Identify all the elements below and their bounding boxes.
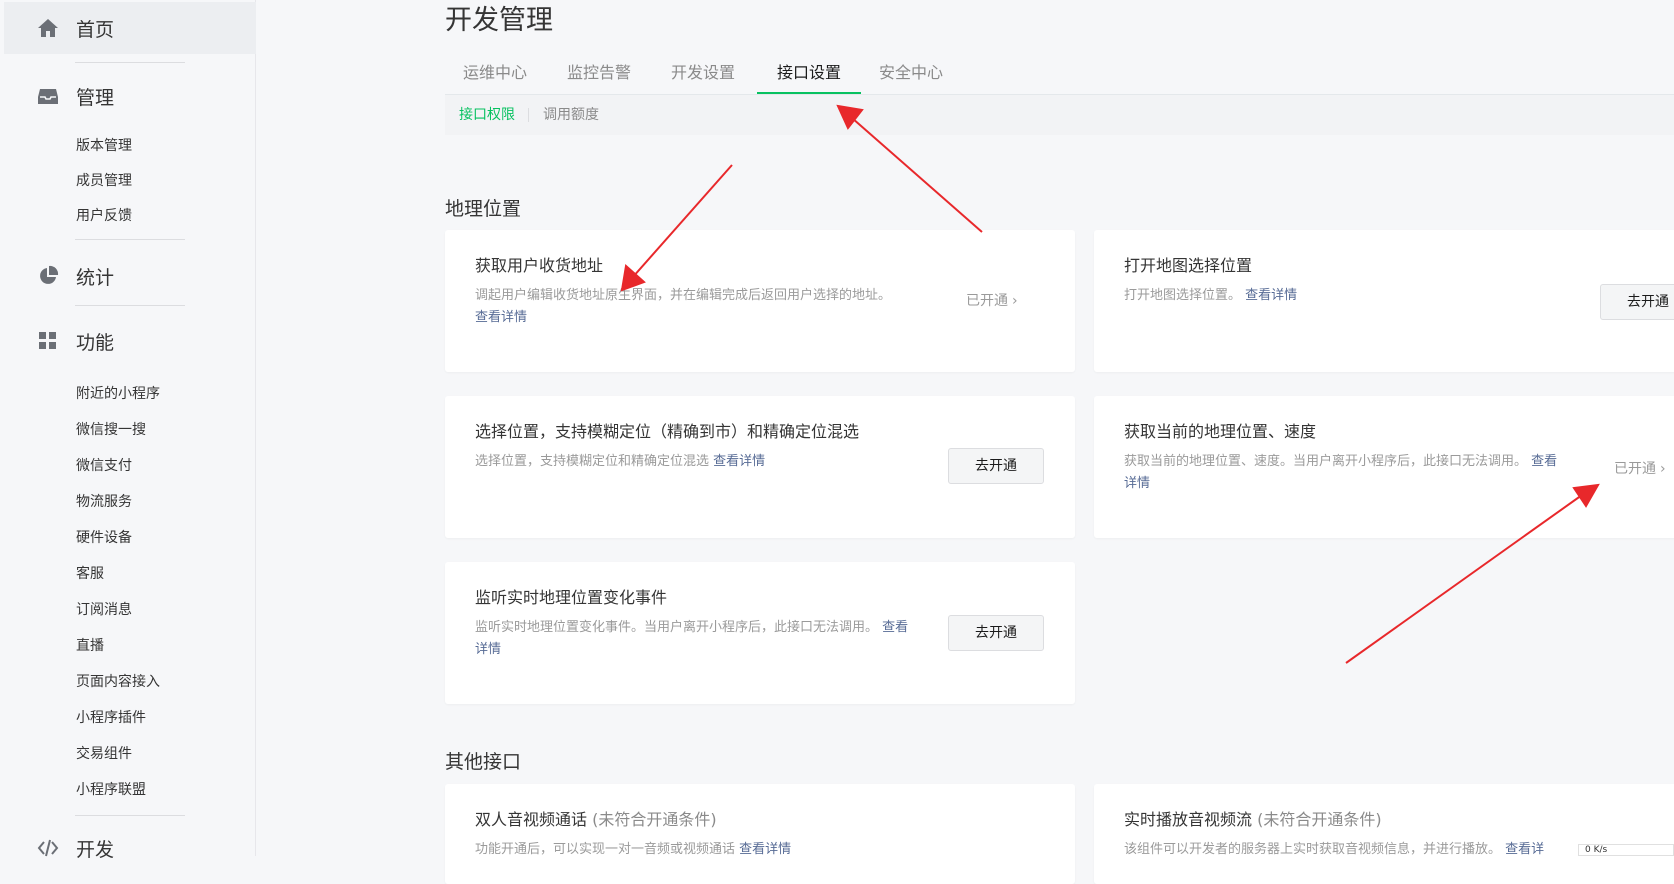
card-desc-text: 调起用户编辑收货地址原生界面，并在编辑完成后返回用户选择的地址。 — [475, 288, 892, 303]
tab-security-center[interactable]: 安全中心 — [861, 54, 961, 94]
nav-trade-component[interactable]: 交易组件 — [76, 744, 132, 764]
card-desc-text: 监听实时地理位置变化事件。当用户离开小程序后，此接口无法调用。 — [475, 620, 879, 635]
condition-text: (未符合开通条件) — [1257, 810, 1382, 829]
card-desc: 调起用户编辑收货地址原生界面，并在编辑完成后返回用户选择的地址。 查看详情 — [475, 285, 895, 329]
subtab-bar: 接口权限 调用额度 — [445, 95, 1674, 135]
status-enabled[interactable]: 已开通 › — [966, 290, 1018, 310]
card-desc: 打开地图选择位置。 查看详情 — [1124, 285, 1604, 307]
nav-wechat-pay[interactable]: 微信支付 — [76, 456, 132, 476]
tab-dev-settings[interactable]: 开发设置 — [653, 54, 753, 94]
nav-manage[interactable]: 管理 — [0, 70, 256, 122]
card-desc-text: 功能开通后，可以实现一对一音频或视频通话 — [475, 842, 736, 857]
sidebar: 首页 管理 版本管理 成员管理 用户反馈 统计 功能 附近的小程序 微信搜一搜 … — [0, 0, 256, 861]
chevron-right-icon: › — [1660, 461, 1666, 477]
nav-hardware[interactable]: 硬件设备 — [76, 528, 132, 548]
api-card-voip: 双人音视频通话 (未符合开通条件) 功能开通后，可以实现一对一音频或视频通话 查… — [445, 784, 1075, 884]
divider — [75, 305, 185, 306]
nav-live[interactable]: 直播 — [76, 636, 104, 656]
subtab-call-quota[interactable]: 调用额度 — [543, 105, 599, 125]
divider — [75, 239, 185, 240]
nav-nearby-miniprogram[interactable]: 附近的小程序 — [76, 384, 160, 404]
view-details-link[interactable]: 查看详情 — [713, 454, 765, 469]
card-desc-text: 打开地图选择位置。 — [1124, 288, 1242, 303]
card-desc-text: 选择位置，支持模糊定位和精确定位混选 — [475, 454, 710, 469]
inbox-icon — [36, 84, 60, 108]
nav-subscribe-message[interactable]: 订阅消息 — [76, 600, 132, 620]
code-icon — [36, 836, 60, 860]
card-title: 双人音视频通话 (未符合开通条件) — [475, 806, 717, 830]
nav-user-feedback[interactable]: 用户反馈 — [76, 206, 132, 226]
enable-button[interactable]: 去开通 — [948, 615, 1044, 651]
network-speed-badge: 0 K/s — [1578, 844, 1674, 856]
enable-button[interactable]: 去开通 — [1600, 284, 1674, 320]
tab-bar: 运维中心 监控告警 开发设置 接口设置 安全中心 — [445, 54, 1674, 95]
section-title-geo: 地理位置 — [445, 198, 522, 220]
api-card-address: 获取用户收货地址 调起用户编辑收货地址原生界面，并在编辑完成后返回用户选择的地址… — [445, 230, 1075, 372]
nav-features[interactable]: 功能 — [0, 315, 256, 367]
nav-dev[interactable]: 开发 — [0, 822, 256, 874]
card-title-text: 双人音视频通话 — [475, 810, 588, 829]
tab-ops-center[interactable]: 运维中心 — [445, 54, 545, 94]
subtab-api-permission[interactable]: 接口权限 — [459, 105, 515, 125]
card-title: 获取当前的地理位置、速度 — [1124, 422, 1317, 441]
nav-stats[interactable]: 统计 — [0, 250, 256, 302]
view-details-link[interactable]: 查看详 — [1505, 842, 1544, 857]
nav-stats-label: 统计 — [76, 266, 115, 289]
grid-icon — [36, 329, 60, 353]
nav-alliance[interactable]: 小程序联盟 — [76, 780, 146, 800]
nav-logistics[interactable]: 物流服务 — [76, 492, 132, 512]
condition-text: (未符合开通条件) — [592, 810, 717, 829]
tab-api-settings[interactable]: 接口设置 — [757, 54, 861, 94]
nav-customer-service[interactable]: 客服 — [76, 564, 104, 584]
api-card-choose-location: 选择位置，支持模糊定位（精确到市）和精确定位混选 选择位置，支持模糊定位和精确定… — [445, 396, 1075, 538]
card-desc-text: 获取当前的地理位置、速度。当用户离开小程序后，此接口无法调用。 — [1124, 454, 1528, 469]
nav-page-content[interactable]: 页面内容接入 — [76, 672, 160, 692]
view-details-link[interactable]: 查看详情 — [475, 310, 527, 325]
nav-version-manage[interactable]: 版本管理 — [76, 136, 132, 156]
nav-wechat-search[interactable]: 微信搜一搜 — [76, 420, 146, 440]
chevron-right-icon: › — [1012, 293, 1018, 309]
card-title: 打开地图选择位置 — [1124, 256, 1253, 275]
api-card-location-change: 监听实时地理位置变化事件 监听实时地理位置变化事件。当用户离开小程序后，此接口无… — [445, 562, 1075, 704]
api-card-map-choose: 打开地图选择位置 打开地图选择位置。 查看详情 去开通 — [1094, 230, 1674, 372]
nav-home[interactable]: 首页 — [4, 2, 256, 54]
nav-home-label: 首页 — [76, 18, 115, 41]
card-desc: 监听实时地理位置变化事件。当用户离开小程序后，此接口无法调用。 查看详情 — [475, 617, 915, 661]
card-desc: 功能开通后，可以实现一对一音频或视频通话 查看详情 — [475, 839, 1035, 861]
divider — [75, 62, 185, 63]
home-icon — [36, 16, 60, 40]
card-title: 获取用户收货地址 — [475, 256, 604, 275]
status-text: 已开通 — [1614, 461, 1656, 477]
divider — [75, 815, 185, 816]
main-content: 开发管理 运维中心 监控告警 开发设置 接口设置 安全中心 接口权限 调用额度 … — [256, 0, 1674, 884]
nav-plugins[interactable]: 小程序插件 — [76, 708, 146, 728]
api-card-get-location: 获取当前的地理位置、速度 获取当前的地理位置、速度。当用户离开小程序后，此接口无… — [1094, 396, 1674, 538]
card-title: 监听实时地理位置变化事件 — [475, 588, 668, 607]
view-details-link[interactable]: 查看详情 — [739, 842, 791, 857]
card-desc: 选择位置，支持模糊定位和精确定位混选 查看详情 — [475, 451, 935, 473]
section-title-other: 其他接口 — [445, 751, 522, 773]
subtab-divider — [528, 108, 529, 122]
api-card-live-player: 实时播放音视频流 (未符合开通条件) 该组件可以开发者的服务器上实时获取音视频信… — [1094, 784, 1674, 884]
nav-manage-label: 管理 — [76, 86, 115, 109]
card-title: 实时播放音视频流 (未符合开通条件) — [1124, 806, 1382, 830]
nav-dev-label: 开发 — [76, 838, 115, 861]
card-desc: 获取当前的地理位置、速度。当用户离开小程序后，此接口无法调用。 查看详情 — [1124, 451, 1564, 495]
status-text: 已开通 — [966, 293, 1008, 309]
card-desc-text: 该组件可以开发者的服务器上实时获取音视频信息，并进行播放。 — [1124, 842, 1502, 857]
nav-features-label: 功能 — [76, 331, 115, 354]
card-title: 选择位置，支持模糊定位（精确到市）和精确定位混选 — [475, 422, 860, 441]
enable-button[interactable]: 去开通 — [948, 448, 1044, 484]
status-enabled[interactable]: 已开通 › — [1614, 458, 1666, 478]
tab-monitor-alert[interactable]: 监控告警 — [549, 54, 649, 94]
page-title: 开发管理 — [445, 5, 553, 36]
card-title-text: 实时播放音视频流 — [1124, 810, 1253, 829]
view-details-link[interactable]: 查看详情 — [1245, 288, 1297, 303]
nav-member-manage[interactable]: 成员管理 — [76, 171, 132, 191]
pie-chart-icon — [36, 264, 60, 288]
